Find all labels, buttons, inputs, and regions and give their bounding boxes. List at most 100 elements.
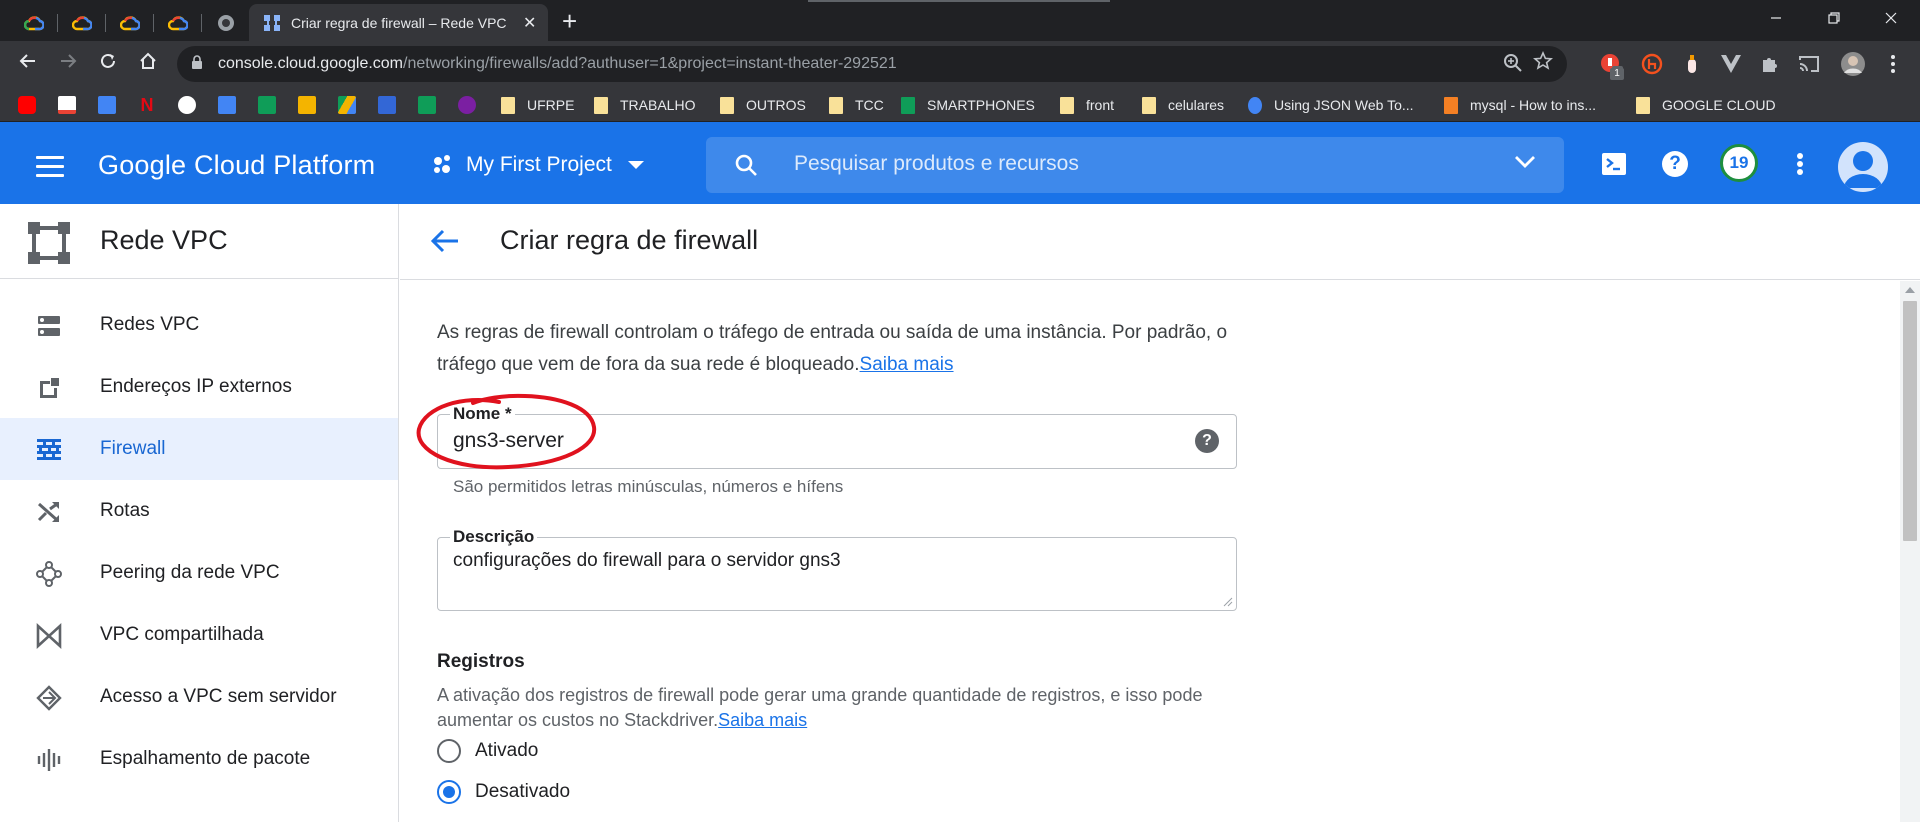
name-label: Nome * xyxy=(450,404,515,424)
scroll-up-arrow-icon[interactable] xyxy=(1905,287,1915,293)
classroom-icon[interactable] xyxy=(418,96,436,114)
description-field[interactable]: Descrição configurações do firewall para… xyxy=(437,527,1237,611)
folder-icon xyxy=(720,96,734,114)
scrollbar-thumb[interactable] xyxy=(1903,301,1917,541)
menu-icon[interactable] xyxy=(36,156,64,183)
extension-badge: 1 xyxy=(1610,68,1624,80)
sidebar-item-firewall[interactable]: Firewall xyxy=(0,418,398,480)
reload-button[interactable] xyxy=(93,49,123,79)
home-button[interactable] xyxy=(133,49,163,79)
bookmark-star-icon[interactable] xyxy=(1533,51,1553,71)
sidebar-item-peering[interactable]: Peering da rede VPC xyxy=(0,542,398,604)
bookmark-smartphones[interactable]: SMARTPHONES xyxy=(901,94,1035,116)
vertical-scrollbar[interactable] xyxy=(1900,281,1920,822)
tab-close-icon[interactable]: ✕ xyxy=(523,13,536,33)
pinned-tab-gcp-4[interactable] xyxy=(154,4,202,41)
zoom-icon[interactable] xyxy=(1503,53,1523,73)
google-drive-icon[interactable] xyxy=(338,96,356,114)
notifications-badge[interactable]: 19 xyxy=(1720,144,1758,182)
learn-more-link[interactable]: Saiba mais xyxy=(860,354,954,375)
translate-icon[interactable] xyxy=(98,96,116,114)
honey-extension-icon xyxy=(1641,53,1663,75)
back-arrow-icon[interactable] xyxy=(430,228,460,254)
new-tab-button[interactable]: + xyxy=(562,8,577,34)
bookmark-folder-trabalho[interactable]: TRABALHO xyxy=(594,94,695,116)
bookmark-folder-google-cloud[interactable]: GOOGLE CLOUD xyxy=(1636,94,1776,116)
help-button[interactable]: ? xyxy=(1659,148,1691,180)
resize-grip-icon[interactable] xyxy=(1223,597,1233,607)
name-input[interactable]: gns3-server xyxy=(453,429,564,453)
search-bar[interactable] xyxy=(706,137,1564,193)
vpc-network-icon xyxy=(28,222,70,264)
google-slides-icon[interactable] xyxy=(298,96,316,114)
gmail-icon[interactable] xyxy=(58,96,76,114)
tab-create-firewall-rule[interactable]: Criar regra de firewall – Rede VPC ✕ xyxy=(249,4,548,41)
terminal-icon xyxy=(1602,153,1626,175)
help-icon[interactable]: ? xyxy=(1195,429,1219,453)
vpc-network-icon xyxy=(264,14,280,31)
sidebar-item-packet-mirroring[interactable]: Espalhamento de pacote xyxy=(0,728,398,790)
google-docs-icon[interactable] xyxy=(218,96,236,114)
side-navigation: Rede VPC Redes VPC Endereços IP externos… xyxy=(0,204,399,822)
external-ip-icon xyxy=(40,378,59,398)
browser-menu-button[interactable] xyxy=(1880,51,1906,77)
address-bar[interactable]: console.cloud.google.com/networking/fire… xyxy=(177,46,1567,82)
google-sheets-icon[interactable] xyxy=(258,96,276,114)
more-vert-icon xyxy=(1797,153,1803,175)
extension-4[interactable] xyxy=(1718,51,1744,77)
logs-learn-more-link[interactable]: Saiba mais xyxy=(718,710,807,730)
figma-icon[interactable] xyxy=(458,96,476,114)
bookmark-folder-ufrpe[interactable]: UFRPE xyxy=(501,94,574,116)
restore-button[interactable] xyxy=(1811,6,1857,34)
netflix-icon[interactable]: N xyxy=(138,96,156,114)
minimize-button[interactable] xyxy=(1753,6,1799,34)
pinned-tab-gcp-3[interactable] xyxy=(106,4,154,41)
sidebar-item-vpc-networks[interactable]: Redes VPC xyxy=(0,294,398,356)
more-options-button[interactable] xyxy=(1784,148,1816,180)
tab-title: Criar regra de firewall – Rede VPC xyxy=(291,14,507,31)
sidebar-item-routes[interactable]: Rotas xyxy=(0,480,398,542)
radio-checked-icon xyxy=(437,780,461,804)
bookmark-mysql[interactable]: mysql - How to ins... xyxy=(1444,94,1596,116)
bookmark-folder-celulares[interactable]: celulares xyxy=(1142,94,1224,116)
form-content: As regras de firewall controlam o tráfeg… xyxy=(400,281,1900,822)
pinned-tab-gcp-1[interactable] xyxy=(10,4,58,41)
bookmarks-bar: N UFRPE TRABALHO OUTROS TCC SMARTPHONES … xyxy=(0,88,1920,122)
description-input[interactable]: configurações do firewall para o servido… xyxy=(453,550,841,572)
logs-off-radio[interactable]: Desativado xyxy=(437,777,570,807)
cast-button[interactable] xyxy=(1796,51,1822,77)
routes-icon xyxy=(37,502,59,522)
chevron-down-icon[interactable] xyxy=(1514,155,1536,169)
logs-on-radio[interactable]: Ativado xyxy=(437,736,538,766)
firewall-icon xyxy=(37,439,61,460)
gcp-logo[interactable]: Google Cloud Platform xyxy=(98,150,375,181)
bookmark-folder-tcc[interactable]: TCC xyxy=(829,94,884,116)
arrow-left-icon xyxy=(19,54,35,68)
search-input[interactable] xyxy=(794,147,1454,181)
extensions-button[interactable] xyxy=(1757,51,1783,77)
profile-avatar[interactable] xyxy=(1840,51,1866,77)
close-window-button[interactable] xyxy=(1868,6,1914,34)
project-selector[interactable]: My First Project xyxy=(434,148,644,182)
chip-icon[interactable] xyxy=(378,96,396,114)
extension-3[interactable] xyxy=(1679,51,1705,77)
cloud-shell-button[interactable] xyxy=(1598,148,1630,180)
pinned-tab-generic[interactable] xyxy=(202,4,250,41)
name-field[interactable]: Nome * gns3-server ? xyxy=(437,404,1237,469)
sidebar-item-external-ip[interactable]: Endereços IP externos xyxy=(0,356,398,418)
bookmark-folder-outros[interactable]: OUTROS xyxy=(720,94,806,116)
back-button[interactable] xyxy=(13,49,43,79)
gcp-header: Google Cloud Platform My First Project ?… xyxy=(0,122,1920,204)
sidebar-item-serverless-access[interactable]: Acesso a VPC sem servidor xyxy=(0,666,398,728)
extension-2[interactable] xyxy=(1639,51,1665,77)
name-hint: São permitidos letras minúsculas, número… xyxy=(453,477,844,496)
youtube-icon[interactable] xyxy=(18,96,36,114)
sidebar-item-shared-vpc[interactable]: VPC compartilhada xyxy=(0,604,398,666)
search-icon xyxy=(735,154,757,176)
bookmark-folder-front[interactable]: front xyxy=(1060,94,1114,116)
pinned-tab-gcp-2[interactable] xyxy=(58,4,106,41)
account-avatar[interactable] xyxy=(1838,142,1888,192)
github-icon[interactable] xyxy=(178,96,196,114)
forward-button[interactable] xyxy=(53,49,83,79)
bookmark-jwt[interactable]: Using JSON Web To... xyxy=(1248,94,1414,116)
